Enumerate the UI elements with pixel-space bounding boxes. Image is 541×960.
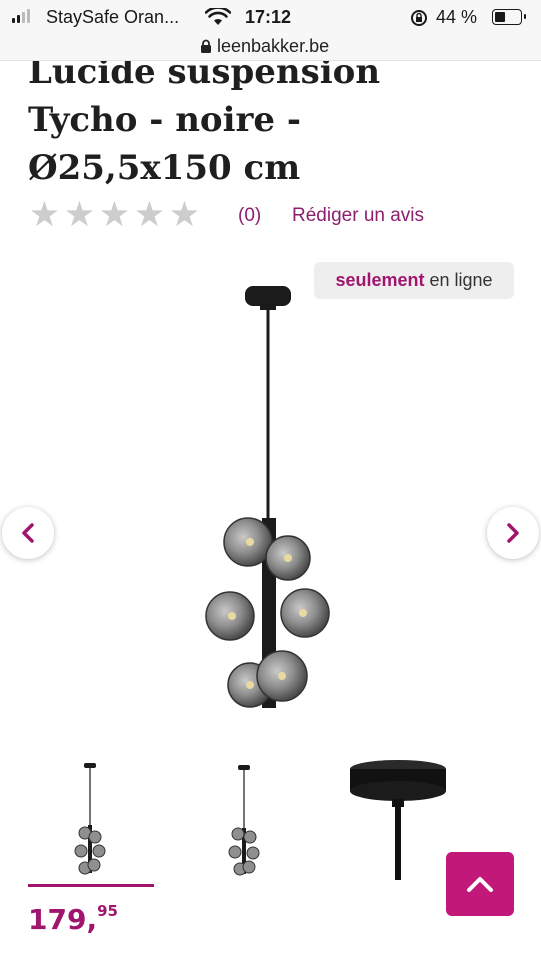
battery-icon xyxy=(492,9,526,25)
price-decimals: 95 xyxy=(97,902,118,920)
chevron-right-icon xyxy=(507,523,519,543)
chevron-up-icon xyxy=(467,877,493,892)
write-review-link[interactable]: Rédiger un avis xyxy=(292,205,424,227)
status-bar: StaySafe Oran... 17:12 44 % xyxy=(0,0,541,36)
product-title-line: Lucide suspension xyxy=(28,61,381,92)
star-icon: ★ xyxy=(28,195,61,234)
thumbnail-lamp-side[interactable] xyxy=(180,755,310,885)
review-count[interactable]: (0) xyxy=(238,205,261,227)
url-text[interactable]: leenbakker.be xyxy=(217,36,329,57)
battery-percent: 44 % xyxy=(436,7,478,27)
product-title-line: Ø25,5x150 cm xyxy=(28,148,301,188)
rating-stars[interactable]: ★ ★ ★ ★ ★ xyxy=(27,196,202,234)
star-icon: ★ xyxy=(63,195,96,234)
product-image[interactable] xyxy=(190,280,360,720)
product-title: Lucide suspension Tycho - noire - Ø25,5x… xyxy=(28,61,498,192)
star-icon: ★ xyxy=(133,195,166,234)
carousel-next-button[interactable] xyxy=(487,507,539,559)
carrier-name: StaySafe Oran... xyxy=(46,7,180,27)
rotation-lock-icon xyxy=(411,10,427,26)
lock-icon xyxy=(201,39,211,53)
chevron-left-icon xyxy=(22,523,34,543)
product-title-line: Tycho - noire - xyxy=(28,100,302,140)
clock: 17:12 xyxy=(245,7,292,27)
badge-text: en ligne xyxy=(424,270,493,290)
back-to-top-button[interactable] xyxy=(446,852,514,916)
address-bar[interactable]: leenbakker.be xyxy=(0,36,541,61)
price-integer: 179, xyxy=(28,903,98,936)
thumbnail-full-lamp[interactable] xyxy=(28,755,158,885)
signal-icon xyxy=(12,9,30,23)
selected-thumbnail-indicator xyxy=(28,884,154,887)
star-icon: ★ xyxy=(98,195,131,234)
carousel-prev-button[interactable] xyxy=(2,507,54,559)
star-icon: ★ xyxy=(168,195,201,234)
price: 179,95 xyxy=(28,902,118,936)
wifi-icon xyxy=(205,8,231,25)
